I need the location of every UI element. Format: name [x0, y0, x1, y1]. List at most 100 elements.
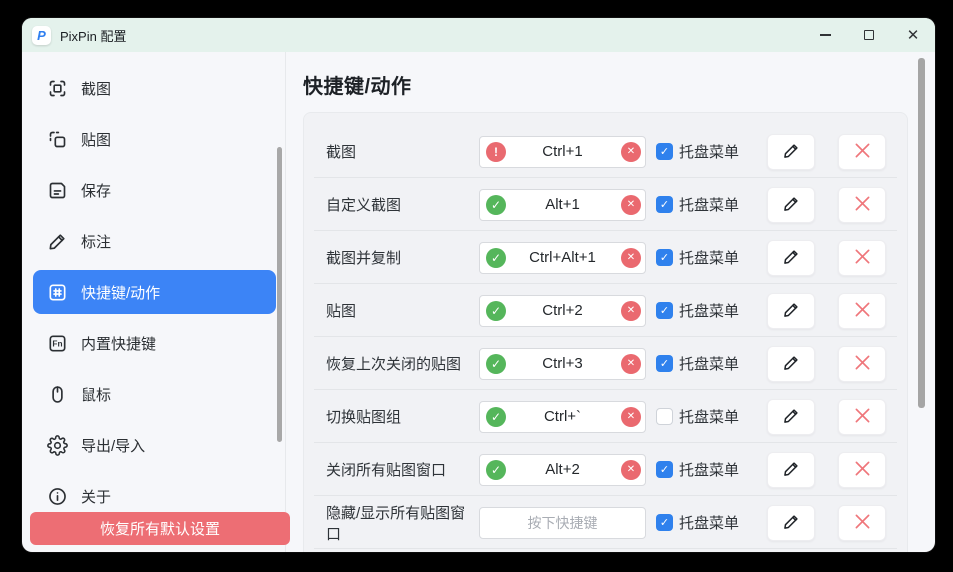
pencil-icon	[782, 353, 801, 375]
pixpin-config-window: P PixPin 配置 ✕ 截图 贴图 保存 标注 快捷键/动作 Fn 内置快捷…	[22, 18, 935, 552]
delete-hotkey-button[interactable]	[838, 505, 886, 541]
minimize-button[interactable]	[803, 18, 847, 52]
delete-hotkey-button[interactable]	[838, 187, 886, 223]
hotkey-row: 截图并复制 ✓ Ctrl+Alt+1 ✕ ✓ 托盘菜单	[304, 231, 907, 284]
hotkey-row: 自定义截图 ✓ Alt+1 ✕ ✓ 托盘菜单	[304, 178, 907, 231]
pencil-icon	[782, 194, 801, 216]
hotkey-value: Ctrl+`	[544, 408, 581, 425]
pencil-icon	[782, 459, 801, 481]
tray-menu-checkbox[interactable]: ✓	[656, 196, 673, 213]
hotkey-input[interactable]: ✓ Ctrl+2 ✕	[479, 295, 646, 327]
restore-defaults-button[interactable]: 恢复所有默认设置	[30, 512, 290, 545]
delete-hotkey-button[interactable]	[838, 293, 886, 329]
hotkey-input[interactable]: 按下快捷键	[479, 507, 646, 539]
delete-hotkey-button[interactable]	[838, 346, 886, 382]
pencil-icon	[782, 141, 801, 163]
main-scrollbar[interactable]	[918, 58, 925, 408]
delete-hotkey-button[interactable]	[838, 240, 886, 276]
titlebar: P PixPin 配置 ✕	[22, 18, 935, 52]
hotkey-status-icon: ✓	[486, 460, 506, 480]
hotkey-action-label: 恢复上次关闭的贴图	[326, 353, 461, 374]
tray-menu-label: 托盘菜单	[679, 247, 741, 268]
delete-hotkey-button[interactable]	[838, 452, 886, 488]
hotkey-value: Ctrl+2	[542, 302, 582, 319]
edit-hotkey-button[interactable]	[767, 240, 815, 276]
gear-icon	[47, 435, 68, 456]
sidebar-item-save[interactable]: 保存	[33, 168, 276, 212]
hotkey-row: 恢复上次关闭的贴图 ✓ Ctrl+3 ✕ ✓ 托盘菜单	[304, 337, 907, 390]
sidebar-item-hotkeys[interactable]: 快捷键/动作	[33, 270, 276, 314]
hotkey-input[interactable]: ✓ Alt+1 ✕	[479, 189, 646, 221]
clear-hotkey-icon[interactable]: ✕	[621, 460, 641, 480]
delete-x-icon	[852, 193, 873, 217]
hotkey-value: Ctrl+1	[542, 143, 582, 160]
screenshot-icon	[47, 78, 68, 99]
edit-hotkey-button[interactable]	[767, 134, 815, 170]
delete-x-icon	[852, 352, 873, 376]
hotkey-icon	[47, 282, 68, 303]
tray-menu-checkbox[interactable]: ✓	[656, 514, 673, 531]
sidebar-item-mouse[interactable]: 鼠标	[33, 372, 276, 416]
delete-hotkey-button[interactable]	[838, 399, 886, 435]
clear-hotkey-icon[interactable]: ✕	[621, 354, 641, 374]
hotkey-input[interactable]: ! Ctrl+1 ✕	[479, 136, 646, 168]
hotkey-row: 贴图 ✓ Ctrl+2 ✕ ✓ 托盘菜单	[304, 284, 907, 337]
hotkey-action-label: 切换贴图组	[326, 406, 401, 427]
pencil-icon	[782, 512, 801, 534]
edit-hotkey-button[interactable]	[767, 452, 815, 488]
tray-menu-checkbox[interactable]	[656, 408, 673, 425]
tray-menu-checkbox[interactable]: ✓	[656, 355, 673, 372]
sidebar-scrollbar[interactable]	[277, 147, 282, 442]
clear-hotkey-icon[interactable]: ✕	[621, 142, 641, 162]
hotkey-input[interactable]: ✓ Alt+2 ✕	[479, 454, 646, 486]
tray-menu-checkbox[interactable]: ✓	[656, 461, 673, 478]
minimize-icon	[820, 34, 831, 35]
hotkey-input[interactable]: ✓ Ctrl+` ✕	[479, 401, 646, 433]
hotkey-action-label: 截图并复制	[326, 247, 401, 268]
tray-menu-checkbox[interactable]: ✓	[656, 249, 673, 266]
hotkey-status-icon: ✓	[486, 407, 506, 427]
maximize-button[interactable]	[847, 18, 891, 52]
clear-hotkey-icon[interactable]: ✕	[621, 248, 641, 268]
hotkey-input[interactable]: ✓ Ctrl+Alt+1 ✕	[479, 242, 646, 274]
close-icon: ✕	[907, 28, 920, 43]
delete-x-icon	[852, 246, 873, 270]
clear-hotkey-icon[interactable]: ✕	[621, 407, 641, 427]
pin-image-icon	[47, 129, 68, 150]
hotkey-action-label: 关闭所有贴图窗口	[326, 459, 446, 480]
hotkey-action-label: 隐藏/显示所有贴图窗口	[326, 502, 479, 544]
sidebar-item-annotate[interactable]: 标注	[33, 219, 276, 263]
delete-x-icon	[852, 299, 873, 323]
delete-hotkey-button[interactable]	[838, 134, 886, 170]
pencil-icon	[782, 406, 801, 428]
tray-menu-checkbox[interactable]: ✓	[656, 302, 673, 319]
sidebar-item-pin-image[interactable]: 贴图	[33, 117, 276, 161]
sidebar-item-screenshot[interactable]: 截图	[33, 66, 276, 110]
edit-hotkey-button[interactable]	[767, 293, 815, 329]
hotkey-status-icon: ✓	[486, 301, 506, 321]
edit-hotkey-button[interactable]	[767, 346, 815, 382]
tray-menu-label: 托盘菜单	[679, 353, 741, 374]
sidebar-item-export-import[interactable]: 导出/导入	[33, 423, 276, 467]
edit-hotkey-button[interactable]	[767, 399, 815, 435]
hotkey-input[interactable]: ✓ Ctrl+3 ✕	[479, 348, 646, 380]
tray-menu-label: 托盘菜单	[679, 459, 741, 480]
edit-hotkey-button[interactable]	[767, 505, 815, 541]
delete-x-icon	[852, 458, 873, 482]
tray-menu-label: 托盘菜单	[679, 512, 741, 533]
tray-menu-checkbox[interactable]: ✓	[656, 143, 673, 160]
edit-hotkey-button[interactable]	[767, 187, 815, 223]
clear-hotkey-icon[interactable]: ✕	[621, 195, 641, 215]
tray-menu-label: 托盘菜单	[679, 194, 741, 215]
hotkey-row: 关闭所有贴图窗口 ✓ Alt+2 ✕ ✓ 托盘菜单	[304, 443, 907, 496]
hotkey-value: 按下快捷键	[528, 513, 598, 533]
tray-menu-label: 托盘菜单	[679, 406, 741, 427]
hotkey-action-label: 截图	[326, 141, 356, 162]
window-title: PixPin 配置	[60, 26, 126, 45]
sidebar-item-builtin-hotkeys[interactable]: Fn 内置快捷键	[33, 321, 276, 365]
clear-hotkey-icon[interactable]: ✕	[621, 301, 641, 321]
delete-x-icon	[852, 405, 873, 429]
hotkey-action-label: 贴图	[326, 300, 356, 321]
close-button[interactable]: ✕	[891, 18, 935, 52]
pencil-icon	[782, 247, 801, 269]
